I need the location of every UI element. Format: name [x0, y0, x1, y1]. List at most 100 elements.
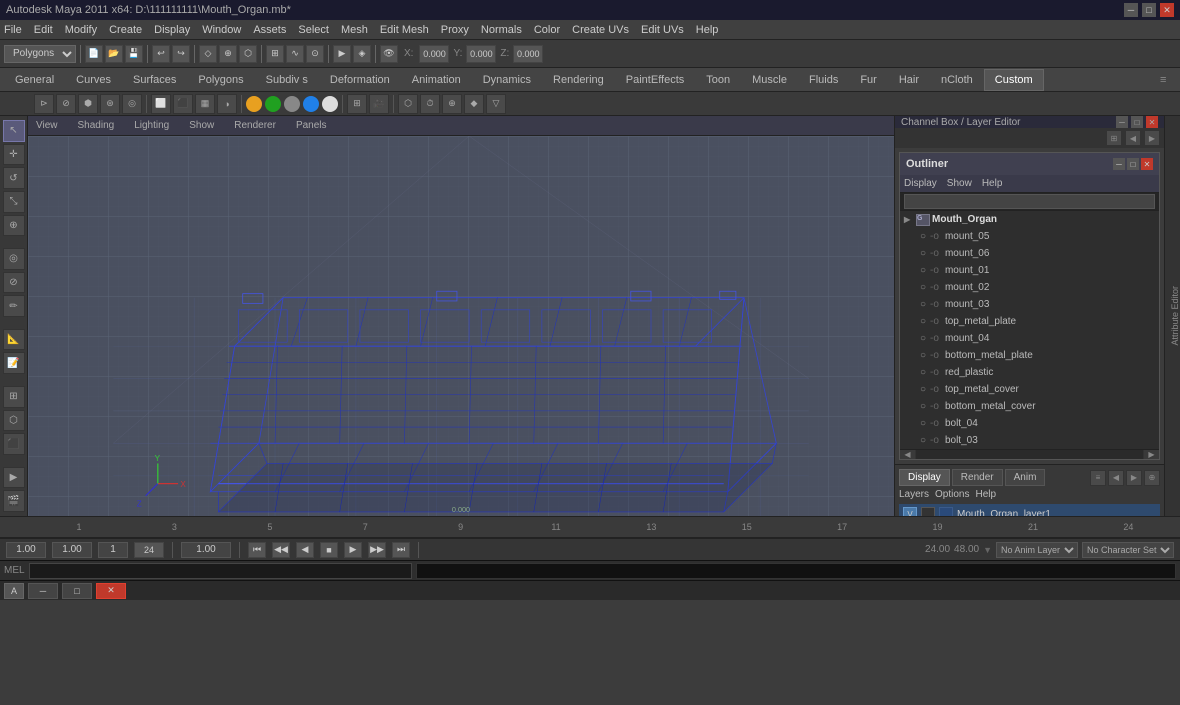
tab-toon[interactable]: Toon	[695, 69, 741, 91]
ipr-button[interactable]: ◈	[353, 45, 371, 63]
list-item[interactable]: ○ -o mount_04	[900, 330, 1159, 347]
scroll-track[interactable]	[916, 450, 1143, 459]
tab-painteffects[interactable]: PaintEffects	[615, 69, 696, 91]
list-item[interactable]: ○ -o mount_05	[900, 228, 1159, 245]
lasso-button[interactable]: ⊕	[219, 45, 237, 63]
prev-frame-btn[interactable]: ◀	[296, 542, 314, 558]
layer-icon-2[interactable]: ◀	[1108, 470, 1124, 486]
select-mode-btn[interactable]: ⊳	[34, 94, 54, 114]
measure-tool[interactable]: 📐	[3, 329, 25, 351]
layer-tab-render[interactable]: Render	[952, 469, 1003, 486]
hide-tool[interactable]: ⬛	[3, 433, 25, 455]
layer-option-help[interactable]: Help	[975, 489, 996, 500]
list-item[interactable]: ○ -o top_metal_cover	[900, 381, 1159, 398]
go-end-btn[interactable]: ⏭	[392, 542, 410, 558]
tab-fur[interactable]: Fur	[849, 69, 888, 91]
tab-muscle[interactable]: Muscle	[741, 69, 798, 91]
grid-btn[interactable]: ⊞	[347, 94, 367, 114]
tab-menu-icon[interactable]: ≡	[1160, 74, 1176, 86]
anim-layer-select[interactable]: No Anim Layer	[996, 542, 1078, 558]
redo-button[interactable]: ↪	[172, 45, 190, 63]
tab-curves[interactable]: Curves	[65, 69, 122, 91]
panel-icon-2[interactable]: ◀	[1125, 130, 1141, 146]
frame-start-input[interactable]	[6, 542, 46, 558]
channelbox-restore[interactable]: □	[1131, 116, 1143, 128]
outliner-menu-help[interactable]: Help	[982, 178, 1003, 189]
render-tool[interactable]: ▶	[3, 467, 25, 489]
list-item[interactable]: ○ -o red_plastic	[900, 364, 1159, 381]
range-dropdown[interactable]: ▼	[983, 545, 992, 555]
paint2-mode-btn[interactable]: ⊛	[100, 94, 120, 114]
list-item[interactable]: ○ -o top_metal_plate	[900, 313, 1159, 330]
menu-edit[interactable]: Edit	[34, 24, 53, 36]
scroll-left[interactable]: ◀	[900, 450, 916, 459]
history-btn[interactable]: ⏱	[420, 94, 440, 114]
list-item[interactable]: ○ -o mount_01	[900, 262, 1159, 279]
light-btn[interactable]: ◑	[217, 94, 237, 114]
texture-btn[interactable]: ▦	[195, 94, 215, 114]
menu-select[interactable]: Select	[298, 24, 329, 36]
menu-assets[interactable]: Assets	[253, 24, 286, 36]
layer-icon-1[interactable]: ≡	[1090, 470, 1106, 486]
timeline-ruler[interactable]: 1 3 5 7 9 11 13 15 17 19 21 24	[0, 516, 1180, 538]
menu-create[interactable]: Create	[109, 24, 142, 36]
render-button[interactable]: ▶	[333, 45, 351, 63]
menu-modify[interactable]: Modify	[65, 24, 97, 36]
isolate-tool[interactable]: ⬡	[3, 410, 25, 432]
menu-proxy[interactable]: Proxy	[441, 24, 469, 36]
tab-rendering[interactable]: Rendering	[542, 69, 615, 91]
tab-animation[interactable]: Animation	[401, 69, 472, 91]
menu-edit-mesh[interactable]: Edit Mesh	[380, 24, 429, 36]
taskbar-btn-close[interactable]: ✕	[96, 583, 126, 599]
sculpt-btn[interactable]: ◎	[122, 94, 142, 114]
mel-input[interactable]	[29, 563, 413, 579]
select-tool[interactable]: ↖	[3, 120, 25, 142]
polytools-btn[interactable]: ⬡	[398, 94, 418, 114]
menu-normals[interactable]: Normals	[481, 24, 522, 36]
close-button[interactable]: ✕	[1160, 3, 1174, 17]
menu-file[interactable]: File	[4, 24, 22, 36]
list-item[interactable]: ○ -o bolt_03	[900, 432, 1159, 449]
next-frame-btn[interactable]: ▶▶	[368, 542, 386, 558]
menu-color[interactable]: Color	[534, 24, 560, 36]
annotation-tool[interactable]: 📝	[3, 352, 25, 374]
smooth-btn[interactable]: ⬛	[173, 94, 193, 114]
channelbox-close[interactable]: ✕	[1146, 116, 1158, 128]
menu-edit-uvs[interactable]: Edit UVs	[641, 24, 684, 36]
open-button[interactable]: 📂	[105, 45, 123, 63]
channelbox-window-controls[interactable]: ─ □ ✕	[1116, 116, 1158, 128]
menu-help[interactable]: Help	[696, 24, 719, 36]
undo-button[interactable]: ↩	[152, 45, 170, 63]
taskbar-btn-1[interactable]: ─	[28, 583, 58, 599]
select-button[interactable]: ◇	[199, 45, 217, 63]
list-item[interactable]: ○ -o bolt_04	[900, 415, 1159, 432]
layer-icon-3[interactable]: ▶	[1126, 470, 1142, 486]
outliner-minimize[interactable]: ─	[1113, 158, 1125, 170]
viewport-menu-lighting[interactable]: Lighting	[134, 120, 169, 131]
list-item[interactable]: ○ -o mount_03	[900, 296, 1159, 313]
snap-point-button[interactable]: ⊙	[306, 45, 324, 63]
rotate-tool[interactable]: ↺	[3, 167, 25, 189]
viewport-menu-renderer[interactable]: Renderer	[234, 120, 276, 131]
tab-deformation[interactable]: Deformation	[319, 69, 401, 91]
tab-dynamics[interactable]: Dynamics	[472, 69, 542, 91]
outliner-menu-display[interactable]: Display	[904, 178, 937, 189]
move-tool[interactable]: ✛	[3, 144, 25, 166]
viewport-menu-panels[interactable]: Panels	[296, 120, 327, 131]
menu-mesh[interactable]: Mesh	[341, 24, 368, 36]
menu-display[interactable]: Display	[154, 24, 190, 36]
lasso-tool[interactable]: ⊘	[3, 272, 25, 294]
transform-tool[interactable]: ⊕	[3, 215, 25, 237]
app-icon[interactable]: A	[4, 583, 24, 599]
step-back-btn[interactable]: ◀◀	[272, 542, 290, 558]
playblast-tool[interactable]: 🎬	[3, 490, 25, 512]
skin-btn[interactable]: ▽	[486, 94, 506, 114]
go-start-btn[interactable]: ⏮	[248, 542, 266, 558]
x-input[interactable]: 0.000	[419, 45, 449, 63]
tab-surfaces[interactable]: Surfaces	[122, 69, 187, 91]
frame-current-input[interactable]	[52, 542, 92, 558]
list-item[interactable]: ○ -o mount_02	[900, 279, 1159, 296]
panel-icon-3[interactable]: ▶	[1144, 130, 1160, 146]
viewport-menu-shading[interactable]: Shading	[78, 120, 115, 131]
list-item[interactable]: ○ -o bottom_metal_plate	[900, 347, 1159, 364]
